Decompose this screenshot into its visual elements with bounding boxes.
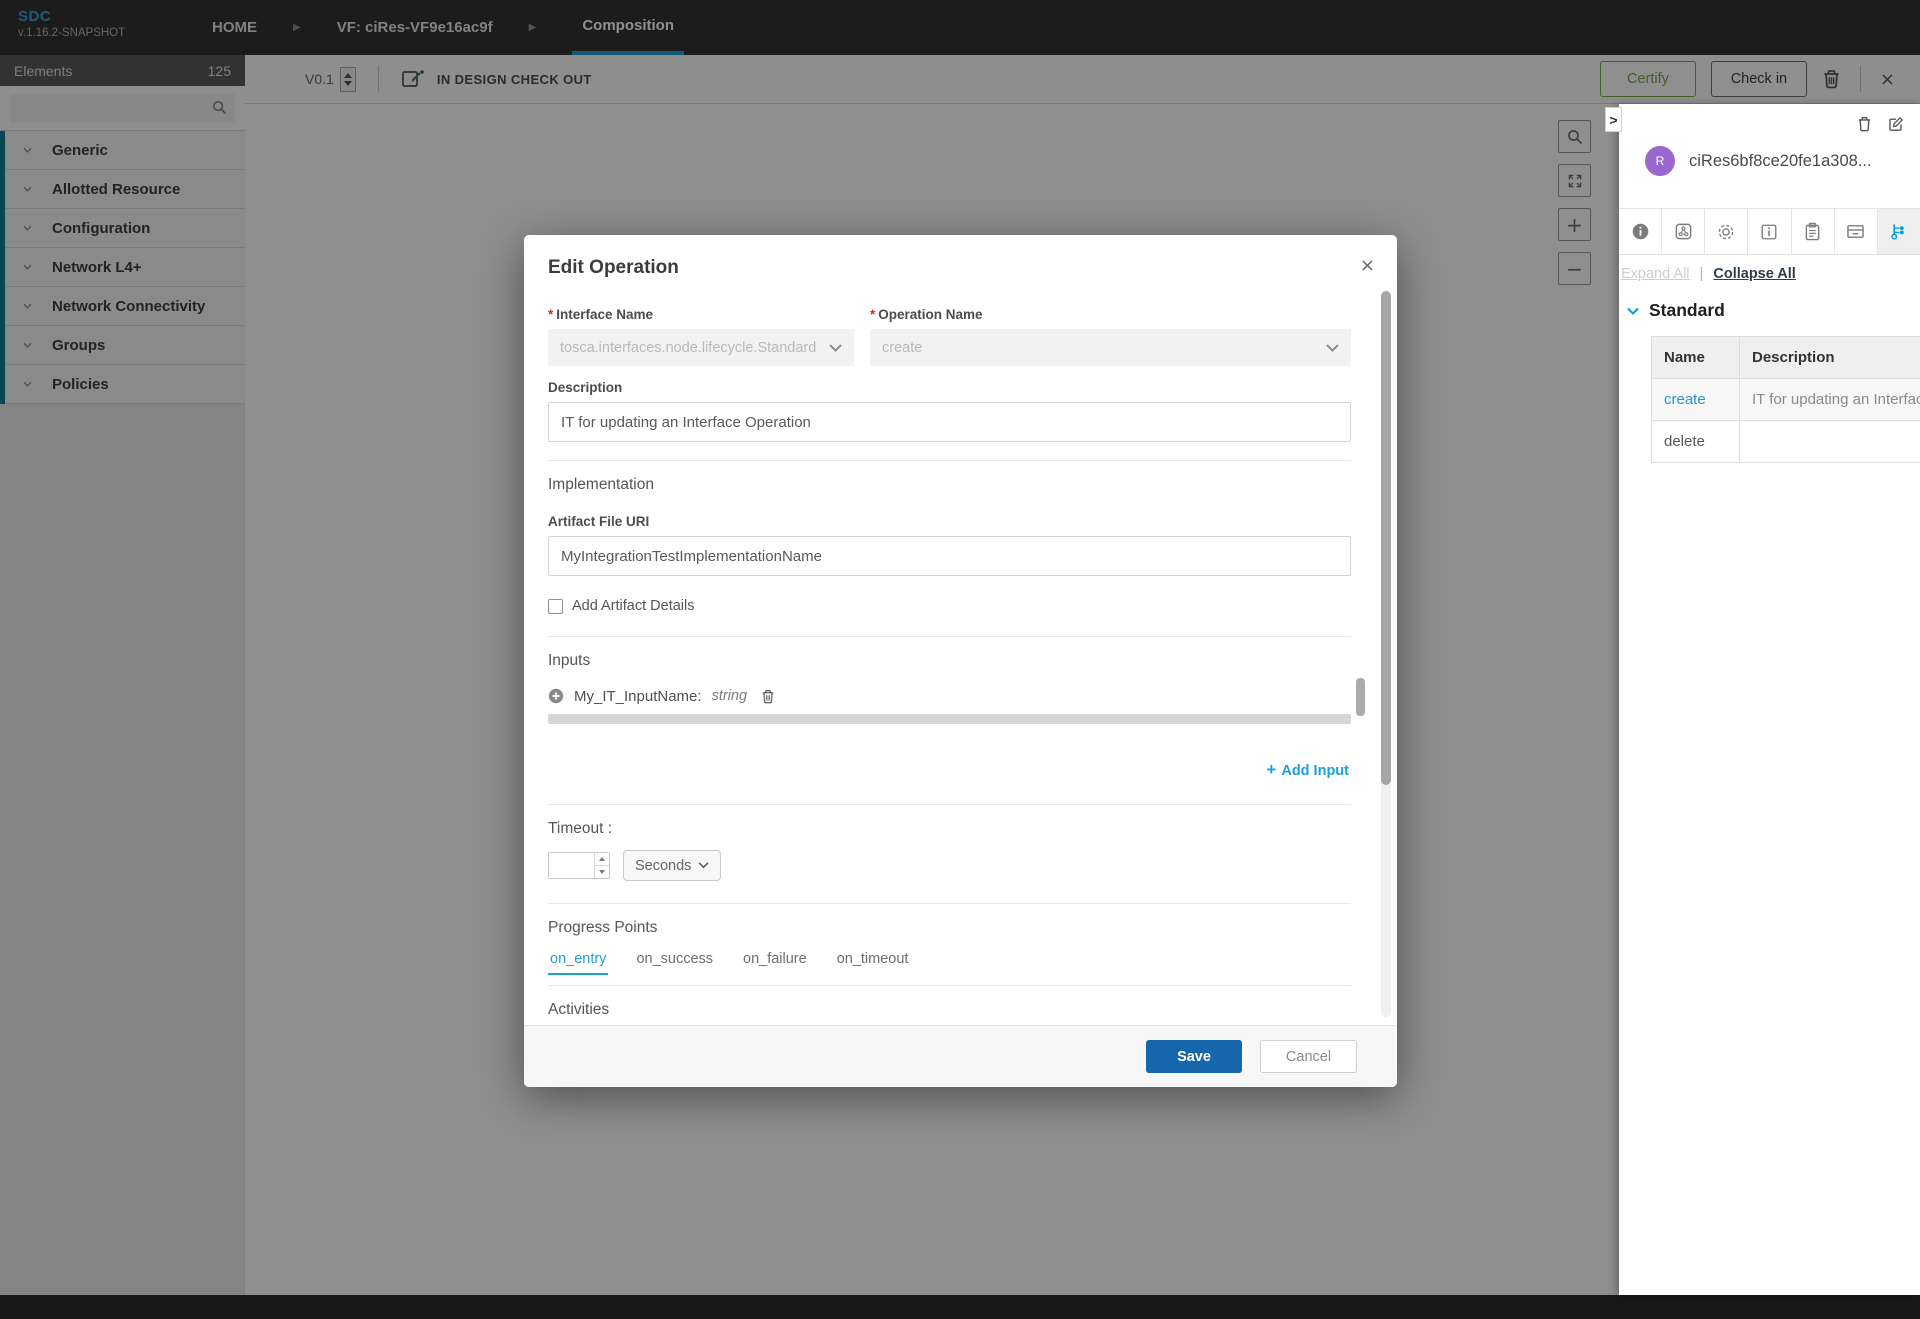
timeout-unit-select[interactable]: Seconds (623, 850, 721, 881)
modal-scrollbar-thumb[interactable] (1381, 291, 1391, 785)
add-artifact-label: Add Artifact Details (572, 598, 695, 614)
divider (548, 804, 1351, 805)
app-window: SDC v.1.16.2-SNAPSHOT HOME ▶ VF: ciRes-V… (0, 0, 1920, 1319)
operations-table: Name Description create IT for updating … (1651, 336, 1920, 463)
required-asterisk: * (870, 307, 875, 322)
timeout-number-field (548, 852, 610, 879)
panel-collapse-button[interactable]: > (1605, 107, 1622, 132)
panel-edit-icon[interactable] (1888, 116, 1904, 132)
modal-close-icon[interactable]: × (1360, 255, 1375, 276)
inputs-horizontal-scrollbar[interactable] (548, 714, 1351, 724)
expand-all-link[interactable]: Expand All (1621, 266, 1690, 282)
tab-composition-icon[interactable] (1662, 209, 1705, 254)
tab-operations-icon[interactable] (1878, 209, 1920, 254)
description-input[interactable] (548, 402, 1351, 442)
operation-delete-link[interactable]: delete (1652, 421, 1740, 463)
divider (548, 903, 1351, 904)
spinner-down-icon[interactable] (595, 866, 609, 878)
timeout-spinner (594, 853, 609, 878)
edit-operation-modal: Edit Operation × *Interface Name tosca.i… (524, 235, 1397, 1087)
tab-on-failure[interactable]: on_failure (741, 951, 809, 975)
operations-table-wrapper: Name Description create IT for updating … (1651, 336, 1920, 463)
chevron-down-icon (698, 862, 709, 869)
progress-points-tabs: on_entry on_success on_failure on_timeou… (548, 951, 1351, 975)
modal-body: *Interface Name tosca.interfaces.node.li… (524, 287, 1397, 1025)
tab-on-success[interactable]: on_success (634, 951, 715, 975)
tab-on-timeout[interactable]: on_timeout (835, 951, 911, 975)
interface-section-header: Standard (1627, 300, 1725, 321)
cancel-button[interactable]: Cancel (1260, 1040, 1357, 1073)
operation-create-link[interactable]: create (1652, 379, 1740, 421)
operation-name-label: *Operation Name (870, 307, 1351, 322)
add-artifact-details-row[interactable]: Add Artifact Details (548, 598, 1351, 614)
required-asterisk: * (548, 307, 553, 322)
table-row: create IT for updating an Interface (1652, 379, 1920, 421)
collapse-all-link[interactable]: Collapse All (1713, 266, 1795, 282)
delete-input-trash-icon[interactable] (761, 689, 775, 704)
add-input-link[interactable]: +Add Input (548, 760, 1351, 780)
section-chevron-down-icon[interactable] (1627, 307, 1639, 315)
artifact-file-uri-input[interactable] (548, 536, 1351, 576)
modal-title: Edit Operation (548, 257, 1373, 279)
chevron-down-icon (829, 344, 842, 352)
table-row: delete (1652, 421, 1920, 463)
tab-information-icon[interactable] (1619, 209, 1662, 254)
tab-requirements-capabilities-icon[interactable] (1835, 209, 1878, 254)
chevron-down-icon (1326, 344, 1339, 352)
component-avatar: R (1645, 146, 1675, 176)
component-detail-panel: > R ciRes6bf8ce20fe1a308... (1619, 104, 1920, 1295)
interface-name-label: *Interface Name (548, 307, 854, 322)
column-header-name: Name (1652, 337, 1740, 379)
divider (548, 460, 1351, 461)
component-title: ciRes6bf8ce20fe1a308... (1689, 152, 1872, 171)
operation-name-select[interactable]: create (870, 329, 1351, 366)
operation-description (1740, 421, 1920, 463)
interface-section-title: Standard (1649, 300, 1725, 321)
plus-icon: + (1266, 760, 1276, 779)
save-button[interactable]: Save (1146, 1040, 1242, 1073)
input-param-name: My_IT_InputName: (574, 688, 702, 705)
timeout-label: Timeout : (548, 820, 1351, 838)
progress-points-heading: Progress Points (548, 919, 1351, 937)
component-header: R ciRes6bf8ce20fe1a308... (1645, 146, 1872, 176)
artifact-file-uri-label: Artifact File URI (548, 514, 1351, 529)
description-label: Description (548, 380, 1351, 395)
table-header-row: Name Description (1652, 337, 1920, 379)
inputs-scrollbar-thumb[interactable] (1356, 678, 1365, 716)
input-parameter-row: My_IT_InputName: string (548, 682, 1351, 710)
divider (548, 636, 1351, 637)
expand-collapse-links: Expand All | Collapse All (1621, 266, 1796, 282)
tab-info-artifacts-icon[interactable] (1748, 209, 1791, 254)
timeout-controls: Seconds (548, 850, 1351, 881)
modal-scrollbar-track[interactable] (1381, 291, 1391, 1017)
input-param-type: string (712, 688, 747, 704)
panel-header-actions (1857, 116, 1904, 132)
activities-heading: Activities (548, 1001, 1351, 1019)
inputs-heading: Inputs (548, 652, 1351, 670)
operation-description: IT for updating an Interface (1740, 379, 1920, 421)
modal-header: Edit Operation × (524, 235, 1397, 287)
divider (548, 985, 1351, 986)
link-divider: | (1700, 266, 1704, 282)
implementation-heading: Implementation (548, 476, 1351, 494)
tab-settings-gear-icon[interactable] (1705, 209, 1748, 254)
column-header-description: Description (1740, 337, 1920, 379)
panel-tabs (1619, 208, 1920, 255)
name-fields-row: *Interface Name tosca.interfaces.node.li… (548, 307, 1351, 366)
modal-footer: Save Cancel (524, 1025, 1397, 1087)
tab-deployment-artifacts-icon[interactable] (1792, 209, 1835, 254)
tab-on-entry[interactable]: on_entry (548, 951, 608, 975)
add-artifact-checkbox[interactable] (548, 599, 563, 614)
panel-trash-icon[interactable] (1857, 116, 1872, 132)
plus-circle-icon[interactable] (548, 688, 564, 704)
interface-name-select[interactable]: tosca.interfaces.node.lifecycle.Standard (548, 329, 854, 366)
spinner-up-icon[interactable] (595, 853, 609, 866)
